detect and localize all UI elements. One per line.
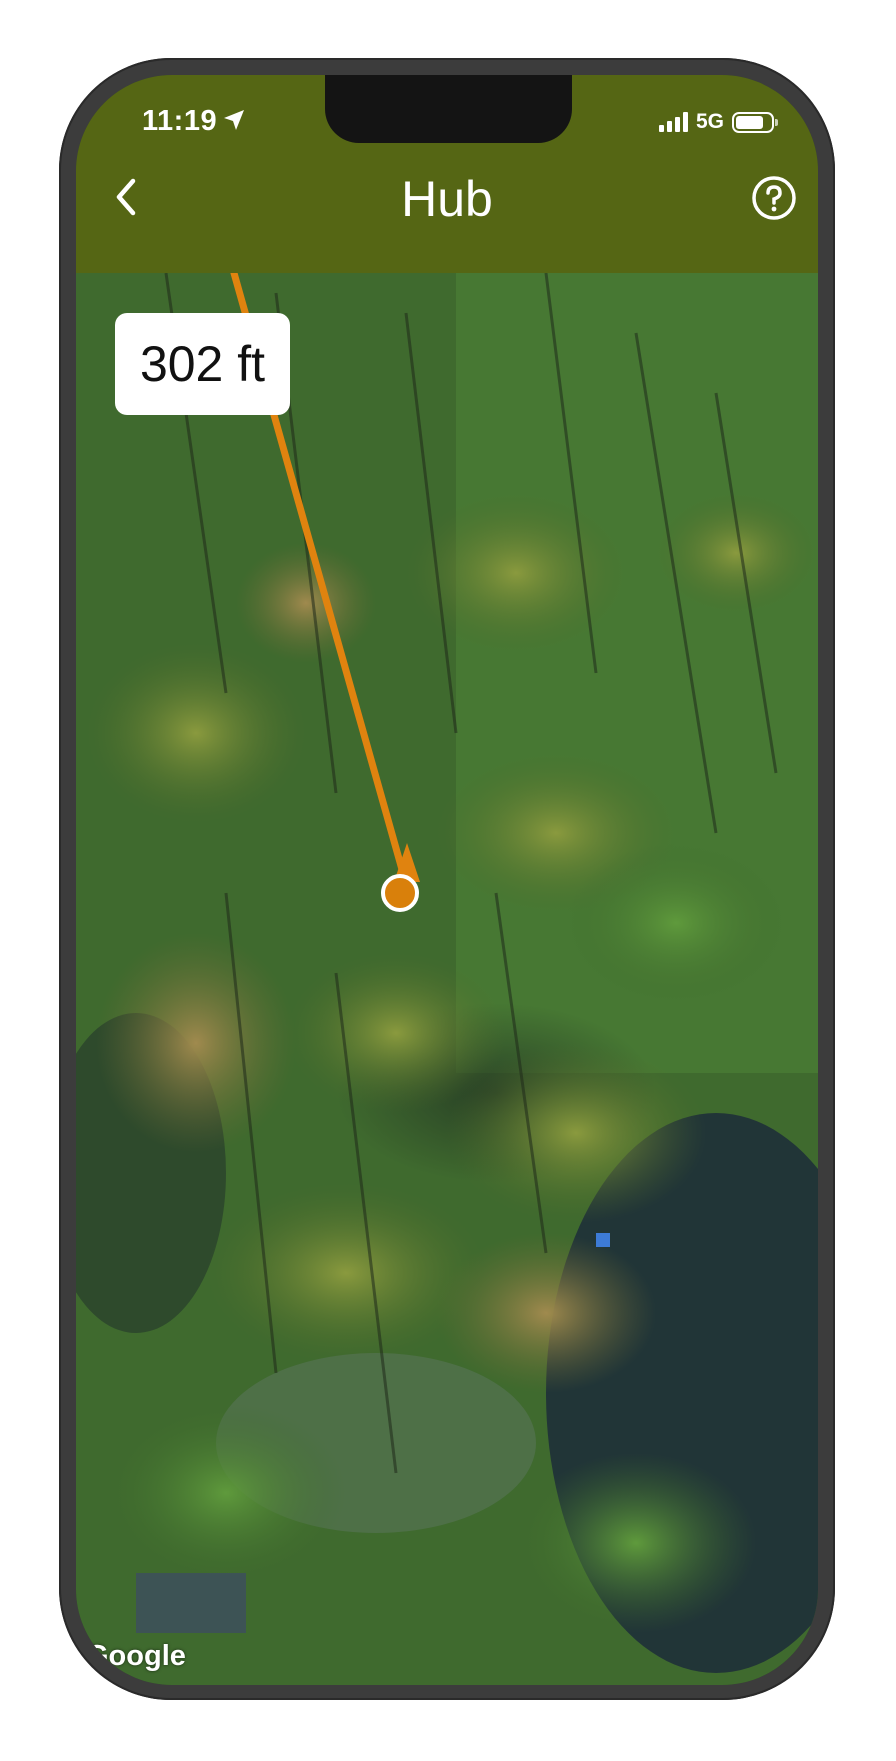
satellite-map[interactable]: 302 ft Google bbox=[76, 273, 818, 1685]
status-time: 11:19 bbox=[142, 105, 218, 137]
battery-icon bbox=[732, 111, 778, 133]
location-marker bbox=[381, 874, 419, 912]
camera-notch bbox=[325, 75, 572, 143]
help-button[interactable] bbox=[750, 174, 798, 222]
route-overlay bbox=[230, 273, 420, 912]
google-attribution: Google bbox=[86, 1640, 186, 1672]
distance-label: 302 ft bbox=[115, 313, 290, 415]
page-title: Hub bbox=[401, 171, 493, 227]
question-circle-icon bbox=[752, 176, 796, 220]
phone-screen: 11:19 5G Hub 302 ft Google bbox=[76, 75, 818, 1685]
status-indicators: 5G bbox=[658, 110, 778, 134]
battery-nub bbox=[775, 118, 778, 126]
signal-icon bbox=[658, 112, 688, 132]
network-label: 5G bbox=[695, 110, 724, 133]
battery-fill bbox=[736, 115, 764, 129]
location-arrow-icon bbox=[224, 110, 244, 130]
